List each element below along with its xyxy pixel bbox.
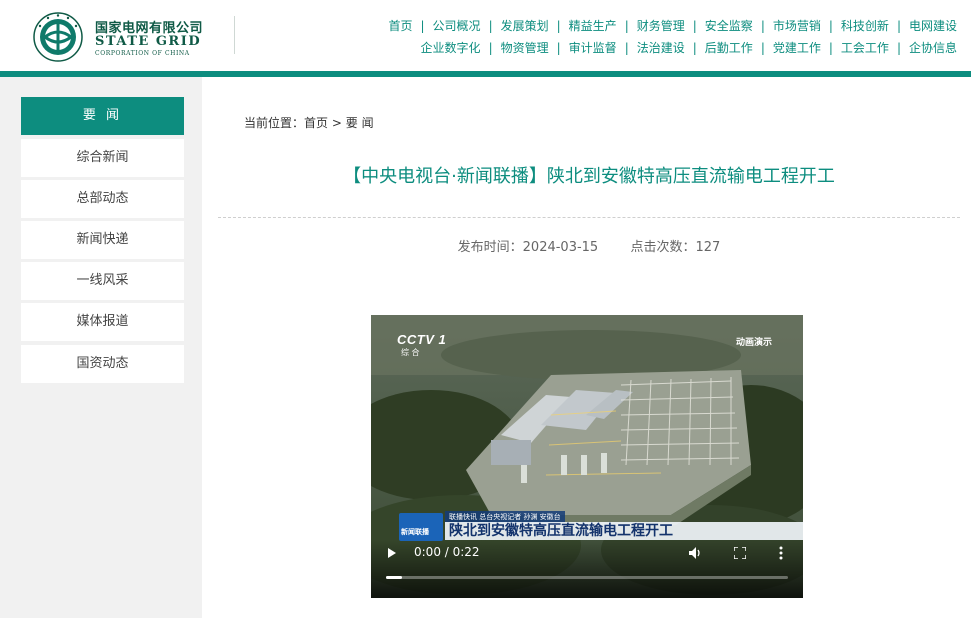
video-progress-fill bbox=[386, 576, 403, 579]
site-header: 国家电网有限公司 STATE GRID CORPORATION OF CHINA… bbox=[0, 0, 971, 72]
animation-demo-label: 动画演示 bbox=[735, 338, 772, 348]
publish-date: 2024-03-15 bbox=[522, 240, 599, 255]
nav-separator: | bbox=[624, 18, 629, 33]
nav-separator: | bbox=[488, 18, 493, 33]
nav-item-association-info[interactable]: 企协信息 bbox=[909, 39, 957, 56]
video-player[interactable]: CCTV 1 综 合 动画演示 新闻联播 联播快讯 总台央视记者 孙渊 安徽台 … bbox=[371, 315, 803, 598]
nav-item-innovation[interactable]: 科技创新 bbox=[841, 17, 889, 34]
sidebar-item-sasac-updates[interactable]: 国资动态 bbox=[21, 345, 184, 383]
nav-item-materials[interactable]: 物资管理 bbox=[501, 39, 549, 56]
nav-separator: | bbox=[760, 40, 765, 55]
nav-separator: | bbox=[828, 40, 833, 55]
nav-item-development-planning[interactable]: 发展策划 bbox=[501, 17, 549, 34]
sidebar-item-frontline[interactable]: 一线风采 bbox=[21, 262, 184, 300]
video-time: 0:00 / 0:22 bbox=[414, 545, 480, 559]
volume-icon[interactable] bbox=[689, 547, 703, 559]
main-nav-row-1: 首页 | 公司概况 | 发展策划 | 精益生产 | 财务管理 | 安全监察 | … bbox=[388, 17, 957, 34]
nav-separator: | bbox=[692, 18, 697, 33]
breadcrumb-prefix: 当前位置： bbox=[244, 116, 305, 130]
nav-separator: | bbox=[896, 40, 901, 55]
ticker-headline: 陕北到安徽特高压直流输电工程开工 bbox=[445, 522, 803, 540]
sidebar-item-headlines[interactable]: 要 闻 bbox=[21, 97, 184, 135]
publish-date-label: 发布时间： bbox=[457, 240, 523, 255]
state-grid-logo[interactable]: 国家电网有限公司 STATE GRID CORPORATION OF CHINA bbox=[33, 12, 233, 62]
nav-separator: | bbox=[488, 40, 493, 55]
play-icon[interactable] bbox=[388, 548, 396, 558]
sidebar-item-news-express[interactable]: 新闻快递 bbox=[21, 221, 184, 259]
ticker-badge-text: 新闻联播 bbox=[401, 528, 429, 536]
nav-item-digitalization[interactable]: 企业数字化 bbox=[421, 39, 481, 56]
title-divider bbox=[218, 217, 960, 218]
fullscreen-icon[interactable] bbox=[734, 547, 746, 559]
breadcrumb-separator: > bbox=[331, 116, 342, 130]
nav-item-safety[interactable]: 安全监察 bbox=[705, 17, 753, 34]
nav-item-audit[interactable]: 审计监督 bbox=[569, 39, 617, 56]
more-options-icon[interactable] bbox=[779, 546, 783, 560]
nav-item-company-overview[interactable]: 公司概况 bbox=[433, 17, 481, 34]
breadcrumb: 当前位置：首页 > 要 闻 bbox=[244, 114, 374, 131]
nav-separator: | bbox=[760, 18, 765, 33]
nav-item-legal[interactable]: 法治建设 bbox=[637, 39, 685, 56]
nav-separator: | bbox=[556, 18, 561, 33]
nav-item-union[interactable]: 工会工作 bbox=[841, 39, 889, 56]
channel-subtitle: 综 合 bbox=[401, 348, 420, 357]
article-meta: 发布时间：2024-03-15 点击次数：127 bbox=[218, 236, 960, 255]
state-grid-emblem-icon bbox=[33, 12, 83, 62]
nav-separator: | bbox=[896, 18, 901, 33]
sidebar-item-general-news[interactable]: 综合新闻 bbox=[21, 139, 184, 177]
nav-separator: | bbox=[420, 18, 425, 33]
nav-item-grid-construction[interactable]: 电网建设 bbox=[909, 17, 957, 34]
news-ticker: 新闻联播 联播快讯 总台央视记者 孙渊 安徽台 陕北到安徽特高压直流输电工程开工 bbox=[399, 511, 803, 541]
cctv1-logo: CCTV 1 bbox=[397, 332, 447, 347]
nav-item-lean-production[interactable]: 精益生产 bbox=[569, 17, 617, 34]
nav-item-finance[interactable]: 财务管理 bbox=[637, 17, 685, 34]
sidebar-item-hq-updates[interactable]: 总部动态 bbox=[21, 180, 184, 218]
nav-item-marketing[interactable]: 市场营销 bbox=[773, 17, 821, 34]
nav-item-logistics[interactable]: 后勤工作 bbox=[705, 39, 753, 56]
click-count-label: 点击次数： bbox=[630, 240, 696, 255]
click-count: 127 bbox=[695, 240, 721, 255]
nav-separator: | bbox=[828, 18, 833, 33]
logo-divider bbox=[234, 16, 235, 54]
nav-separator: | bbox=[556, 40, 561, 55]
video-controls: 0:00 / 0:22 bbox=[371, 540, 803, 598]
nav-item-home[interactable]: 首页 bbox=[388, 17, 412, 34]
nav-separator: | bbox=[624, 40, 629, 55]
video-progress-bar[interactable] bbox=[386, 576, 788, 579]
main-nav-row-2: 企业数字化 | 物资管理 | 审计监督 | 法治建设 | 后勤工作 | 党建工作… bbox=[421, 39, 957, 56]
logo-english-subtitle: CORPORATION OF CHINA bbox=[95, 50, 190, 57]
sidebar-item-media-reports[interactable]: 媒体报道 bbox=[21, 303, 184, 341]
article-title: 【中央电视台·新闻联播】陕北到安徽特高压直流输电工程开工 bbox=[343, 166, 835, 187]
logo-english-name: STATE GRID bbox=[95, 34, 202, 49]
breadcrumb-current[interactable]: 要 闻 bbox=[346, 116, 374, 130]
breadcrumb-home-link[interactable]: 首页 bbox=[304, 116, 328, 130]
xinwen-lianbo-badge: 新闻联播 bbox=[399, 513, 443, 541]
nav-separator: | bbox=[692, 40, 697, 55]
nav-item-party-building[interactable]: 党建工作 bbox=[773, 39, 821, 56]
